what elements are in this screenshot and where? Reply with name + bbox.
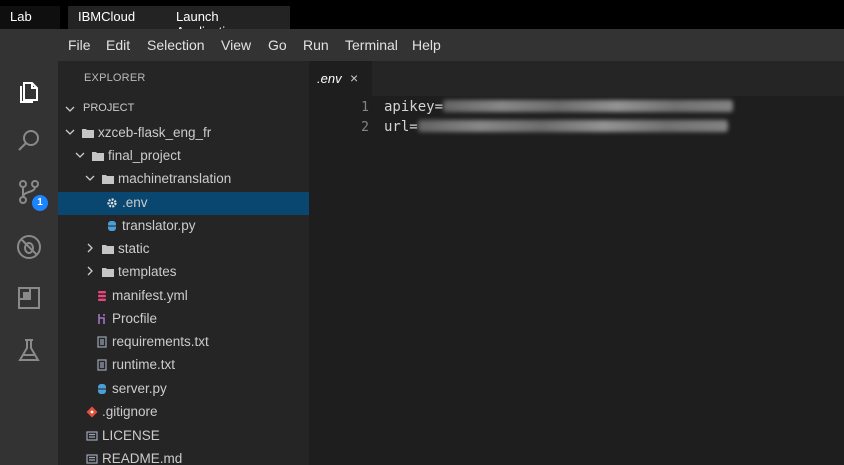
- tree-file-requirements-txt[interactable]: requirements.txt: [58, 331, 309, 354]
- chevron-down-icon: [64, 103, 76, 115]
- redacted-value: [417, 120, 728, 132]
- tree-folder-templates[interactable]: templates: [58, 261, 309, 284]
- tree-folder-machinetranslation[interactable]: machinetranslation: [58, 168, 309, 191]
- code-text: apikey=: [384, 99, 734, 115]
- folder-icon: [102, 173, 114, 185]
- tree-file-translator-py[interactable]: translator.py: [58, 215, 309, 238]
- menu-bar: File Edit Selection View Go Run Terminal…: [0, 29, 844, 61]
- chevron-down-icon: [84, 172, 96, 184]
- tree-file-license[interactable]: LICENSE: [58, 425, 309, 448]
- folder-icon: [102, 243, 114, 255]
- tree-label: xzceb-flask_eng_fr: [98, 125, 212, 140]
- chevron-down-icon: [74, 149, 86, 161]
- tree-folder-xzceb[interactable]: xzceb-flask_eng_fr: [58, 122, 309, 145]
- tree-label: server.py: [112, 381, 167, 396]
- python-file-icon: [106, 220, 118, 232]
- yaml-file-icon: [96, 290, 108, 302]
- chevron-down-icon: [64, 126, 76, 138]
- git-file-icon: [86, 406, 98, 418]
- license-file-icon: [86, 430, 98, 442]
- close-icon[interactable]: ×: [350, 70, 358, 86]
- text-file-icon: [96, 359, 108, 371]
- tree-file-gitignore[interactable]: .gitignore: [58, 401, 309, 424]
- menu-selection[interactable]: Selection: [147, 37, 205, 53]
- tree-label: templates: [118, 264, 177, 279]
- tree-label: machinetranslation: [118, 171, 232, 186]
- search-icon[interactable]: [15, 127, 43, 155]
- tree-label: manifest.yml: [112, 288, 188, 303]
- tree-label: requirements.txt: [112, 334, 209, 349]
- tree-folder-static[interactable]: static: [58, 238, 309, 261]
- tree-label: .gitignore: [102, 404, 158, 419]
- tab-lab[interactable]: Lab: [0, 6, 60, 29]
- lab-flask-icon[interactable]: [15, 336, 43, 364]
- folder-icon: [82, 127, 94, 139]
- tree-label: final_project: [108, 148, 181, 163]
- tree-file-readme-md[interactable]: README.md: [58, 448, 309, 465]
- editor-tab-label: .env: [317, 71, 342, 86]
- tree-file-manifest-yml[interactable]: manifest.yml: [58, 285, 309, 308]
- tree-label: translator.py: [122, 218, 196, 233]
- tree-file-env[interactable]: .env: [58, 192, 309, 215]
- section-project-header[interactable]: PROJECT: [58, 99, 309, 122]
- menu-edit[interactable]: Edit: [106, 37, 130, 53]
- menu-help[interactable]: Help: [412, 37, 441, 53]
- tree-label: .env: [122, 195, 148, 210]
- chevron-right-icon: [84, 242, 96, 254]
- files-icon[interactable]: [15, 76, 43, 104]
- menu-run[interactable]: Run: [303, 37, 329, 53]
- tree-file-server-py[interactable]: server.py: [58, 378, 309, 401]
- menu-file[interactable]: File: [68, 37, 91, 53]
- debug-icon[interactable]: [15, 233, 43, 261]
- line-number: 1: [361, 100, 369, 115]
- activity-bar: 1: [0, 61, 58, 465]
- gear-icon: [106, 197, 118, 209]
- explorer-title: EXPLORER: [84, 72, 146, 84]
- extensions-icon[interactable]: [15, 284, 43, 312]
- tree-file-procfile[interactable]: Procfile: [58, 308, 309, 331]
- tree-label: static: [118, 241, 150, 256]
- top-tab-strip: Lab IBMCloud Launch Application: [0, 0, 844, 39]
- tree-folder-final-project[interactable]: final_project: [58, 145, 309, 168]
- scm-badge: 1: [32, 195, 48, 211]
- tree-label: LICENSE: [102, 428, 160, 443]
- menu-terminal[interactable]: Terminal: [345, 37, 398, 53]
- editor-tab-bar: .env ×: [309, 61, 844, 96]
- text-file-icon: [96, 336, 108, 348]
- tree-label: runtime.txt: [112, 357, 176, 372]
- editor-tab-env[interactable]: .env ×: [309, 61, 372, 96]
- redacted-value: [443, 100, 734, 112]
- code-line: 2 url=: [309, 119, 844, 139]
- explorer-sidebar: EXPLORER PROJECT xzceb-flask_eng_fr fina…: [58, 61, 309, 465]
- python-file-icon: [96, 383, 108, 395]
- tab-launch-application[interactable]: Launch Application: [166, 6, 290, 39]
- chevron-right-icon: [84, 265, 96, 277]
- tree-label: README.md: [102, 451, 183, 465]
- folder-icon: [92, 150, 104, 162]
- markdown-file-icon: [86, 453, 98, 465]
- code-text: url=: [384, 119, 728, 135]
- heroku-file-icon: [96, 313, 108, 325]
- code-editor[interactable]: 1 apikey= 2 url=: [309, 96, 844, 465]
- line-number: 2: [361, 120, 369, 135]
- menu-go[interactable]: Go: [268, 37, 287, 53]
- folder-icon: [102, 266, 114, 278]
- menu-view[interactable]: View: [221, 37, 251, 53]
- code-line: 1 apikey=: [309, 99, 844, 119]
- section-project-label: PROJECT: [83, 102, 135, 114]
- tree-label: Procfile: [112, 311, 158, 326]
- tree-file-runtime-txt[interactable]: runtime.txt: [58, 354, 309, 377]
- tab-ibmcloud[interactable]: IBMCloud: [68, 6, 166, 29]
